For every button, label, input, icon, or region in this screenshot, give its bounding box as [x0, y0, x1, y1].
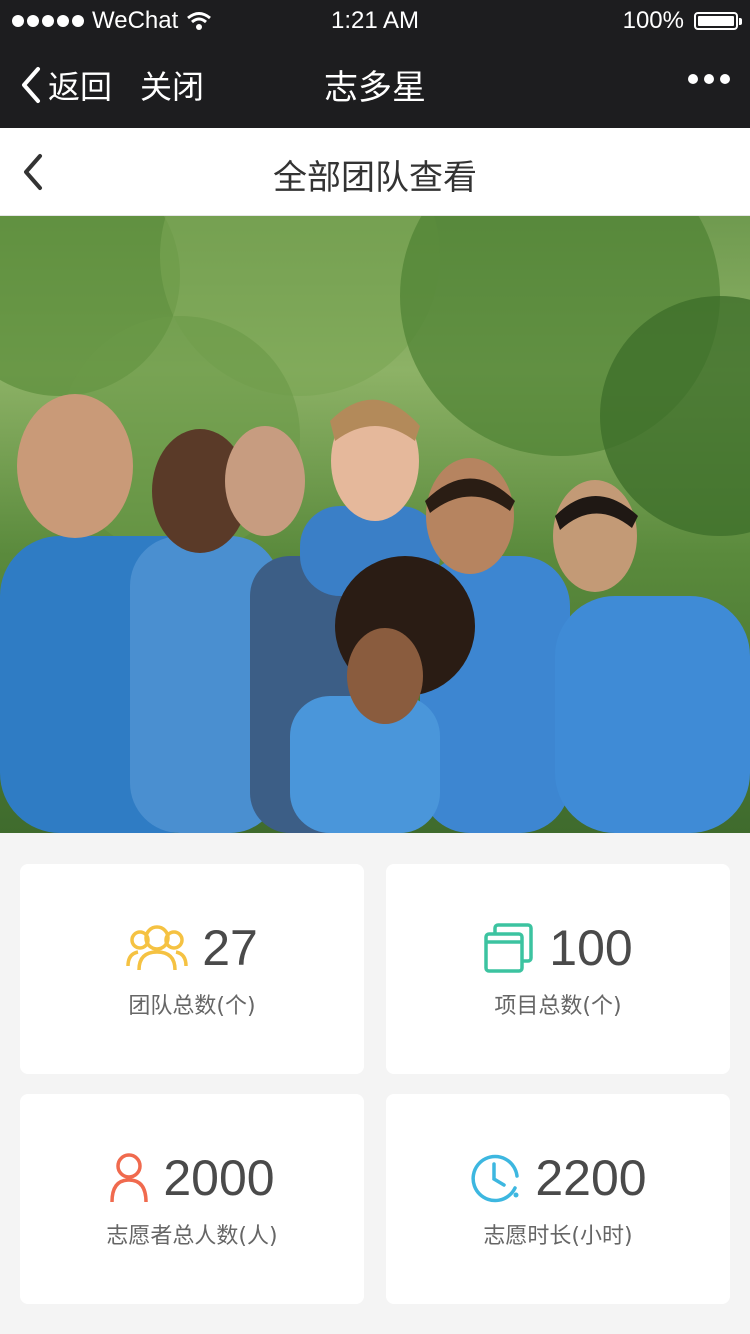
status-right: 100%	[622, 7, 742, 35]
banner-image	[0, 216, 750, 833]
stat-card-volunteers: 2000 志愿者总人数(人)	[20, 1094, 364, 1304]
status-bar: WeChat 1:21 AM 100%	[0, 0, 750, 40]
wechat-back-button[interactable]: 返回	[20, 62, 112, 108]
chevron-left-icon	[24, 154, 42, 190]
stat-card-hours: 2200 志愿时长(小时)	[386, 1094, 730, 1304]
stat-label: 团队总数(个)	[128, 994, 256, 1019]
wechat-back-label: 返回	[48, 68, 113, 106]
stat-value: 2000	[163, 1150, 275, 1206]
stat-row: 2000	[20, 1152, 364, 1204]
battery-icon	[694, 12, 742, 30]
person-icon	[110, 1153, 149, 1203]
chevron-left-icon	[22, 67, 40, 103]
stat-card-projects: 100 项目总数(个)	[386, 864, 730, 1074]
group-icon	[126, 925, 188, 971]
stat-row: 2200	[386, 1152, 730, 1204]
stat-value: 27	[202, 920, 258, 976]
stat-value: 100	[549, 920, 633, 976]
wechat-title: 志多星	[324, 68, 426, 108]
volunteer-group-photo	[0, 216, 750, 833]
more-options-button[interactable]	[688, 74, 730, 84]
wechat-close-button[interactable]: 关闭	[140, 62, 204, 108]
page-back-button[interactable]	[18, 150, 48, 198]
stat-card-teams: 27 团队总数(个)	[20, 864, 364, 1074]
battery-percent: 100%	[622, 7, 684, 34]
stat-value: 2200	[535, 1150, 647, 1206]
stat-label: 志愿者总人数(人)	[106, 1224, 278, 1249]
stat-row: 100	[386, 922, 730, 974]
page-header: 全部团队查看	[0, 128, 750, 216]
stat-label: 志愿时长(小时)	[483, 1224, 633, 1249]
page-title: 全部团队查看	[273, 158, 477, 198]
wechat-nav-bar: 返回 关闭 志多星	[0, 40, 750, 128]
stat-row: 27	[20, 922, 364, 974]
stat-label: 项目总数(个)	[494, 994, 622, 1019]
clock-icon	[471, 1154, 520, 1203]
projects-icon	[484, 923, 534, 973]
